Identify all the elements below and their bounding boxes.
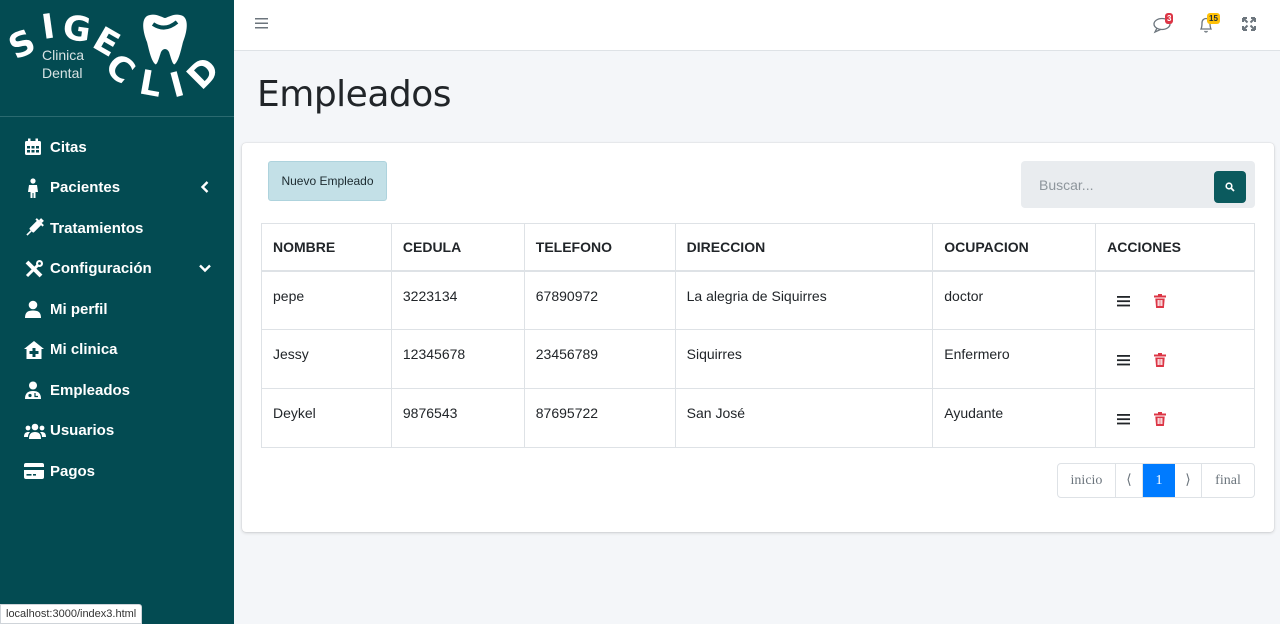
notifications-button[interactable]: 15 [1196,13,1220,36]
sidebar-item-label: Usuarios [50,422,115,440]
sidebar-item-label: Tratamientos [50,219,144,237]
page-title: Empleados [257,74,452,115]
logo-letter-s: S [3,22,42,69]
sidebar-nav: Citas Pacientes Tratamientos Configuraci… [0,117,234,492]
sidebar-item-label: Pagos [50,462,96,480]
search-input[interactable] [1021,161,1211,208]
brand-logo[interactable]: S I G E C L I D Clinica Dental [0,0,234,117]
credit-card-icon [24,461,46,481]
search-button[interactable] [1214,171,1246,203]
sidebar-item-usuarios[interactable]: Usuarios [0,411,234,452]
cell-telefono: 23456789 [523,329,676,389]
cell-cedula: 9876543 [390,388,525,448]
table-row: Deykel 9876543 87695722 San José Ayudant… [261,388,1255,448]
details-menu-icon[interactable] [1116,352,1132,368]
cell-cedula: 12345678 [390,329,525,389]
users-icon [24,421,46,441]
notifications-badge: 15 [1207,13,1220,24]
sidebar-item-label: Citas [50,138,87,156]
sidebar-item-empleados[interactable]: Empleados [0,370,234,411]
cell-nombre: pepe [261,270,392,330]
syringe-icon [24,218,46,238]
pagination-last[interactable]: final [1202,464,1254,497]
cell-telefono: 67890972 [523,270,676,330]
sidebar-item-pagos[interactable]: Pagos [0,451,234,492]
cell-ocupacion: doctor [932,270,1097,330]
sidebar-item-pacientes[interactable]: Pacientes [0,168,234,209]
cell-cedula: 3223134 [390,270,525,330]
table-row: Jessy 12345678 23456789 Siquirres Enferm… [261,329,1255,389]
cell-direccion: San José [674,388,934,448]
cell-direccion: La alegria de Siquirres [674,270,934,330]
cell-telefono: 87695722 [523,388,676,448]
col-header-nombre[interactable]: NOMBRE [261,223,392,272]
pagination: inicio ⟨ 1 ⟩ final [1057,463,1255,498]
cell-nombre: Jessy [261,329,392,389]
cell-direccion: Siquirres [674,329,934,389]
search-box [1021,161,1255,208]
brand-subtitle-line2: Dental [42,65,83,81]
user-md-icon [24,380,46,400]
sigeclid-logo: S I G E C L I D [3,7,228,107]
search-icon [1225,182,1235,192]
expand-icon [1242,17,1256,31]
topbar: 3 15 [234,0,1280,51]
sidebar-item-configuracion[interactable]: Configuración [0,249,234,290]
tooth-icon [143,14,187,65]
sidebar-item-label: Empleados [50,381,131,399]
logo-letter-i: I [39,7,57,48]
chevron-left-icon [200,180,209,193]
col-header-ocupacion[interactable]: OCUPACION [932,223,1097,272]
col-header-cedula[interactable]: CEDULA [390,223,525,272]
table-header-row: NOMBRE CEDULA TELEFONO DIRECCION OCUPACI… [261,223,1255,272]
details-menu-icon[interactable] [1116,411,1132,427]
logo-letter-d: D [179,49,227,97]
messages-badge: 3 [1165,13,1174,24]
pagination-page-1[interactable]: 1 [1143,464,1175,497]
sidebar-item-label: Mi perfil [50,300,108,318]
cell-acciones [1095,388,1255,448]
sidebar-item-tratamientos[interactable]: Tratamientos [0,208,234,249]
brand-subtitle: Clinica Dental [42,46,84,82]
cell-acciones [1095,270,1255,330]
fullscreen-button[interactable] [1240,15,1262,37]
trash-icon[interactable] [1152,352,1168,368]
status-bar-url: localhost:3000/index3.html [0,604,143,624]
tools-icon [24,259,46,279]
cell-ocupacion: Enfermero [932,329,1097,389]
cell-ocupacion: Ayudante [932,388,1097,448]
col-header-direccion[interactable]: DIRECCION [674,223,934,272]
user-icon [24,299,46,319]
clinic-icon [24,340,46,360]
sidebar-item-label: Pacientes [50,179,121,197]
trash-icon[interactable] [1152,411,1168,427]
hamburger-menu-icon[interactable] [254,15,270,31]
brand-subtitle-line1: Clinica [42,47,85,63]
col-header-acciones: ACCIONES [1095,223,1255,272]
employees-card: Nuevo Empleado NOMBRE CEDULA TELEFONO DI… [242,143,1274,532]
sidebar-item-label: Mi clinica [50,341,118,359]
cell-nombre: Deykel [261,388,392,448]
sidebar-item-mi-perfil[interactable]: Mi perfil [0,289,234,330]
sidebar-item-mi-clinica[interactable]: Mi clinica [0,330,234,371]
pagination-next[interactable]: ⟩ [1175,464,1202,497]
sidebar-item-citas[interactable]: Citas [0,127,234,168]
pagination-first[interactable]: inicio [1058,464,1116,497]
col-header-telefono[interactable]: TELEFONO [523,223,676,272]
chevron-down-icon [199,264,211,272]
trash-icon[interactable] [1152,293,1168,309]
logo-letter-l: L [136,63,164,106]
details-menu-icon[interactable] [1116,293,1132,309]
employees-table: NOMBRE CEDULA TELEFONO DIRECCION OCUPACI… [261,223,1255,448]
calendar-icon [24,137,46,157]
cell-acciones [1095,329,1255,389]
table-row: pepe 3223134 67890972 La alegria de Siqu… [261,270,1255,330]
new-employee-button[interactable]: Nuevo Empleado [268,161,387,201]
sidebar-item-label: Configuración [50,260,152,278]
messages-button[interactable]: 3 [1152,13,1174,36]
person-icon [24,178,46,198]
sidebar: S I G E C L I D Clinica Dental Citas Pac… [0,0,234,624]
pagination-prev[interactable]: ⟨ [1116,464,1143,497]
logo-letter-g: G [60,8,93,51]
